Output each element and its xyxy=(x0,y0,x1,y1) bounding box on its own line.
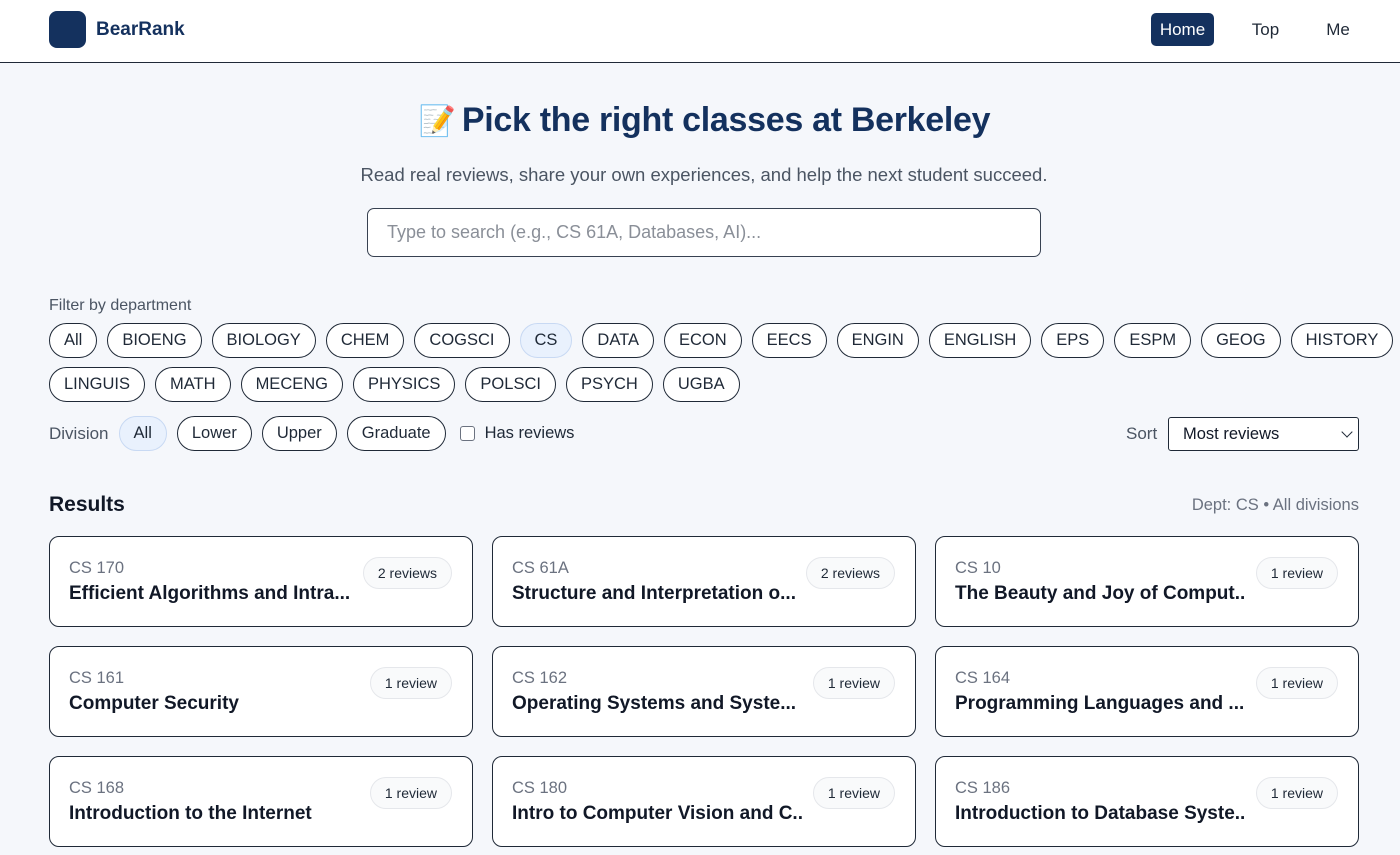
course-card[interactable]: CS 168 Introduction to the Internet 1 revi… xyxy=(49,756,473,847)
department-chip-polsci[interactable]: POLSCI xyxy=(465,367,556,402)
course-code: CS 168 xyxy=(69,779,125,797)
course-code: CS 162 xyxy=(512,669,568,687)
nav-home-button[interactable]: Home xyxy=(1151,13,1214,46)
department-chip-english[interactable]: ENGLISH xyxy=(928,323,1032,358)
department-chip-eps[interactable]: EPS xyxy=(1041,323,1105,358)
course-card[interactable]: CS 164 Programming Languages and ... 1 rev… xyxy=(935,646,1359,737)
sort-select-value: Most reviews xyxy=(1183,424,1280,443)
course-code: CS 164 xyxy=(955,669,1011,687)
review-count-badge: 1 review xyxy=(1255,777,1338,809)
page-title: 📝 Pick the right classes at Berkeley xyxy=(0,101,1400,140)
course-name: Intro to Computer Vision and C... xyxy=(512,803,802,824)
course-name: Efficient Algorithms and Intra... xyxy=(69,583,351,604)
course-name: Introduction to Database Syste... xyxy=(955,803,1245,824)
course-code: CS 170 xyxy=(69,559,125,577)
department-chip-psych[interactable]: PSYCH xyxy=(565,367,653,402)
memo-emoji-icon: 📝 xyxy=(418,104,456,139)
department-chip-cs[interactable]: CS xyxy=(519,323,573,358)
review-count-badge: 1 review xyxy=(812,667,895,699)
department-chip-eecs[interactable]: EECS xyxy=(751,323,827,358)
sort-label: Sort xyxy=(1126,424,1158,443)
department-chip-cogsci[interactable]: COGSCI xyxy=(414,323,510,358)
course-code: CS 161 xyxy=(69,669,125,687)
course-card[interactable]: CS 61A Structure and Interpretation o... 2… xyxy=(492,536,916,627)
results-filter-summary: Dept: CS • All divisions xyxy=(1191,496,1359,514)
department-chip-biology[interactable]: BIOLOGY xyxy=(211,323,316,358)
course-name: The Beauty and Joy of Comput... xyxy=(955,583,1245,604)
results-heading: Results xyxy=(49,493,125,516)
course-name: Operating Systems and Syste... xyxy=(512,693,797,714)
sort-select[interactable]: Most reviews xyxy=(1168,417,1359,451)
course-card[interactable]: CS 180 Intro to Computer Vision and C... 1… xyxy=(492,756,916,847)
course-card[interactable]: CS 10 The Beauty and Joy of Comput... 1 re… xyxy=(935,536,1359,627)
division-label: Division xyxy=(49,423,109,443)
department-chip-meceng[interactable]: MECENG xyxy=(240,367,343,402)
course-code: CS 186 xyxy=(955,779,1011,797)
course-name: Programming Languages and ... xyxy=(955,693,1245,714)
department-chip-geog[interactable]: GEOG xyxy=(1201,323,1281,358)
review-count-badge: 1 review xyxy=(369,667,452,699)
division-chip-all[interactable]: All xyxy=(118,416,167,451)
department-chips-row-2: LINGUIS MATH MECENG PHYSICS POLSCI PSYCH UGBA xyxy=(49,367,740,402)
division-filter: Division All Lower Upper Graduate Has revie… xyxy=(49,416,574,451)
department-chip-all[interactable]: All xyxy=(49,323,98,358)
review-count-badge: 1 review xyxy=(369,777,452,809)
course-code: CS 10 xyxy=(955,559,1001,577)
course-card[interactable]: CS 161 Computer Security 1 review xyxy=(49,646,473,737)
review-count-badge: 1 review xyxy=(1255,667,1338,699)
course-card[interactable]: CS 170 Efficient Algorithms and Intra... 2… xyxy=(49,536,473,627)
review-count-badge: 1 review xyxy=(1255,557,1338,589)
brand[interactable]: BearRank xyxy=(49,11,185,48)
brand-logo xyxy=(49,11,86,48)
nav-top-button[interactable]: Top xyxy=(1238,13,1293,46)
review-count-badge: 2 reviews xyxy=(805,557,895,589)
department-chip-ugba[interactable]: UGBA xyxy=(662,367,740,402)
results-grid: CS 170 Efficient Algorithms and Intra... 2… xyxy=(49,536,1359,847)
course-card[interactable]: CS 162 Operating Systems and Syste... 1 re… xyxy=(492,646,916,737)
brand-name: BearRank xyxy=(96,18,185,40)
top-nav-bar: BearRank Home Top Me xyxy=(0,0,1400,63)
department-chip-bioeng[interactable]: BIOENG xyxy=(107,323,202,358)
has-reviews-checkbox[interactable] xyxy=(459,426,475,441)
chevron-down-icon xyxy=(1341,426,1353,438)
review-count-badge: 1 review xyxy=(812,777,895,809)
nav-me-button[interactable]: Me xyxy=(1313,13,1363,46)
division-chip-lower[interactable]: Lower xyxy=(176,416,252,451)
has-reviews-label: Has reviews xyxy=(484,424,575,442)
division-chip-graduate[interactable]: Graduate xyxy=(346,416,446,451)
has-reviews-toggle[interactable]: Has reviews xyxy=(459,424,575,443)
page-title-text: Pick the right classes at Berkeley xyxy=(461,101,991,139)
department-chips-row-1: All BIOENG BIOLOGY CHEM COGSCI CS DATA ECON EECS… xyxy=(49,323,1394,358)
course-card[interactable]: CS 186 Introduction to Database Syste... 1… xyxy=(935,756,1359,847)
department-chip-physics[interactable]: PHYSICS xyxy=(352,367,456,402)
department-chip-math[interactable]: MATH xyxy=(155,367,231,402)
department-filter-label: Filter by department xyxy=(49,297,192,314)
department-chip-data[interactable]: DATA xyxy=(582,323,654,358)
course-code: CS 180 xyxy=(512,779,568,797)
department-chip-engin[interactable]: ENGIN xyxy=(836,323,919,358)
division-chips: All Lower Upper Graduate xyxy=(118,416,456,451)
department-chip-history[interactable]: HISTORY xyxy=(1290,323,1394,358)
department-chip-chem[interactable]: CHEM xyxy=(325,323,405,358)
course-name: Computer Security xyxy=(69,693,239,714)
department-chip-linguis[interactable]: LINGUIS xyxy=(49,367,146,402)
review-count-badge: 2 reviews xyxy=(362,557,452,589)
search-input[interactable] xyxy=(367,208,1041,257)
division-chip-upper[interactable]: Upper xyxy=(261,416,337,451)
department-chip-econ[interactable]: ECON xyxy=(663,323,742,358)
department-chip-espm[interactable]: ESPM xyxy=(1114,323,1192,358)
course-name: Structure and Interpretation o... xyxy=(512,583,796,604)
course-name: Introduction to the Internet xyxy=(69,803,312,824)
course-code: CS 61A xyxy=(512,559,569,577)
page-subtitle: Read real reviews, share your own experi… xyxy=(360,164,1048,185)
